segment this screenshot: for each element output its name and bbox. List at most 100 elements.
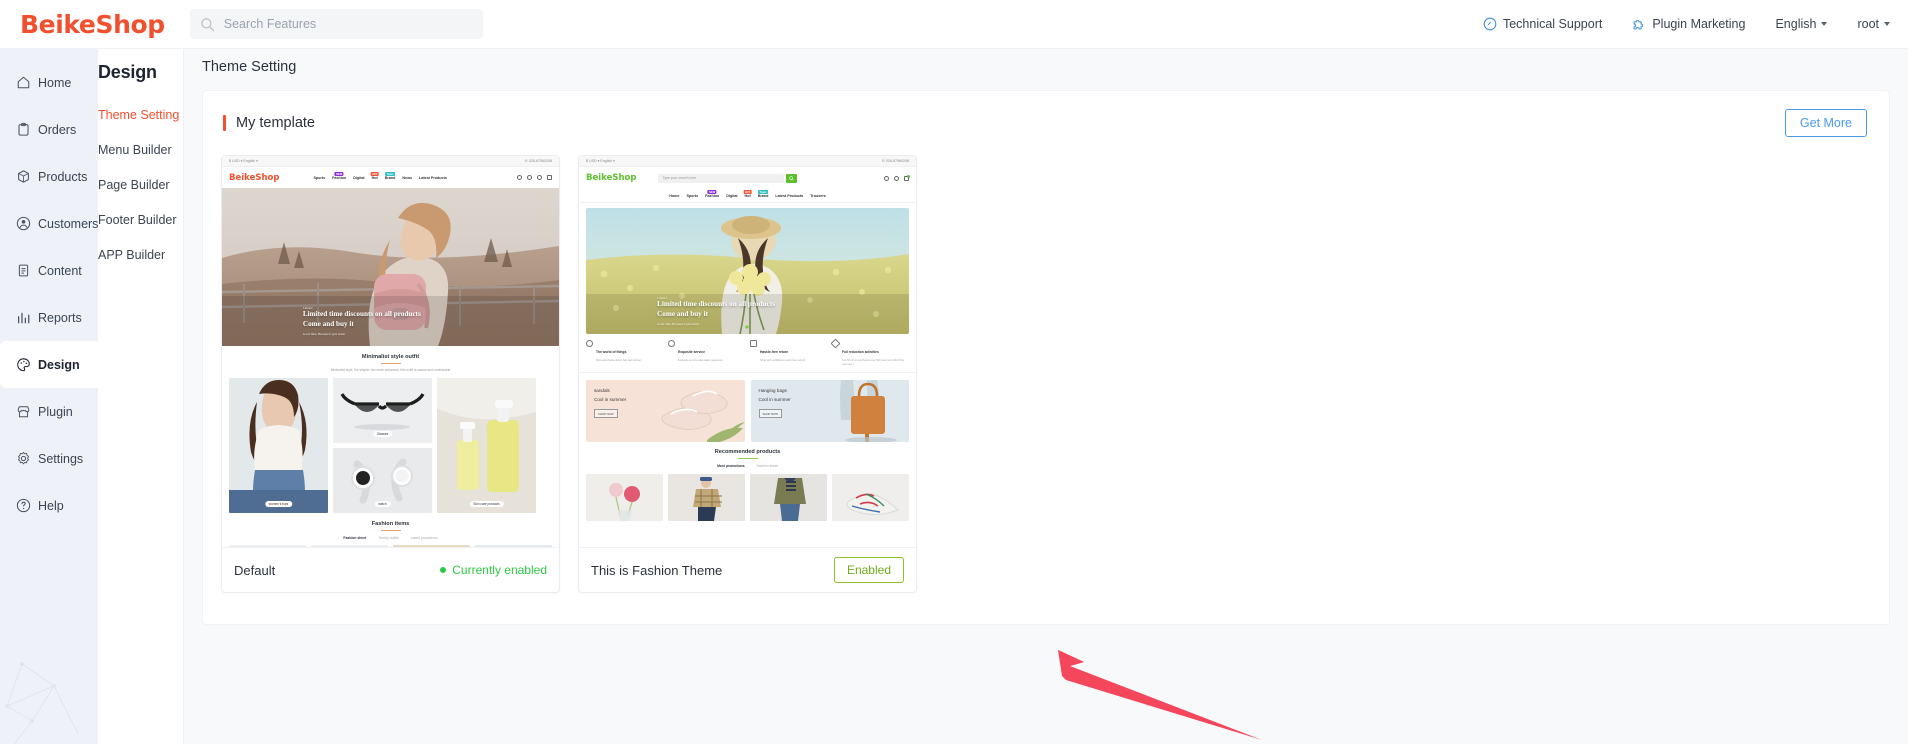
sneaker-illustration bbox=[832, 473, 909, 521]
hero-pretitle: Limited bbox=[302, 306, 313, 311]
gear-icon bbox=[18, 451, 29, 465]
mini-nav-label: Hot bbox=[371, 175, 378, 180]
tile-skincare: Skin care products bbox=[437, 378, 536, 514]
sidebar-item-orders[interactable]: Orders bbox=[0, 106, 98, 153]
sidebar-item-plugin[interactable]: Plugin bbox=[0, 388, 98, 435]
sidebar-item-label: Design bbox=[38, 357, 80, 372]
language-selector[interactable]: English bbox=[1775, 17, 1828, 31]
hero-pretitle: Limited bbox=[657, 296, 667, 301]
chevron-down-icon bbox=[1884, 22, 1890, 26]
theme-name: Default bbox=[234, 562, 276, 578]
feature-desc: Multi-warehouse direct hair fast deliver… bbox=[596, 359, 642, 362]
user-menu[interactable]: root bbox=[1857, 17, 1890, 31]
get-more-button[interactable]: Get More bbox=[1784, 109, 1867, 137]
nav-badge: Topic bbox=[385, 172, 396, 177]
mini-topbar-left: $ USD ▾ English ▾ bbox=[586, 159, 615, 163]
enable-theme-button[interactable]: Enabled bbox=[833, 557, 904, 583]
panel-header: My template Get More bbox=[203, 91, 1889, 137]
mini-topbar: $ USD ▾ English ▾ ✆ 028-87560208 bbox=[579, 156, 916, 167]
mini-nav-item: Digital bbox=[726, 193, 738, 198]
search-input[interactable] bbox=[223, 17, 464, 31]
sidebar-item-reports[interactable]: Reports bbox=[0, 294, 98, 341]
hero-subtitle: Good time, Because it gets better bbox=[302, 331, 346, 336]
mini-nav-item: HOT Hot bbox=[743, 190, 752, 198]
mini-header-icons bbox=[517, 175, 552, 180]
store-icon bbox=[17, 406, 30, 418]
mini-tab: Latest promotions bbox=[410, 536, 438, 541]
sidebar-item-home[interactable]: Home bbox=[0, 59, 98, 106]
mini-search-box: Type your search here bbox=[658, 173, 798, 183]
panel-title: My template bbox=[236, 115, 315, 131]
search-icon bbox=[789, 175, 795, 181]
status-dot-icon bbox=[440, 567, 447, 573]
sidebar-item-customers[interactable]: Customers bbox=[0, 200, 98, 247]
feature-title: Hassle-free return bbox=[760, 350, 789, 354]
feature-title: Exquisite service bbox=[678, 350, 705, 354]
mini-product-row bbox=[579, 468, 916, 528]
search-icon bbox=[201, 17, 214, 31]
status-badge: Currently enabled bbox=[440, 563, 547, 577]
theme-card[interactable]: $ USD ▾ English ▾ ✆ 028-87560208 BeikeSh… bbox=[578, 155, 917, 593]
mini-topbar-left: $ USD ▾ English ▾ bbox=[229, 159, 258, 163]
sidebar-decoration bbox=[5, 662, 79, 744]
subnav-item-theme-setting[interactable]: Theme Setting → bbox=[98, 97, 196, 132]
theme-preview-fashion[interactable]: $ USD ▾ English ▾ ✆ 028-87560208 BeikeSh… bbox=[579, 156, 916, 547]
bar-chart-icon bbox=[17, 312, 30, 324]
mini-nav-item: Trousers bbox=[810, 193, 826, 198]
mini-nav: Home Sports NEW Fashion Digital HOT Hot … bbox=[669, 190, 826, 198]
tile-label: Glasses bbox=[372, 430, 393, 438]
mini-nav-item: Digital bbox=[353, 175, 365, 180]
theme-card-footer: Default Currently enabled bbox=[222, 547, 559, 592]
promo-button: SHOP NOW bbox=[758, 409, 782, 419]
skincare-illustration bbox=[437, 378, 536, 514]
clipboard-icon bbox=[18, 122, 29, 136]
theme-card[interactable]: $ USD ▾ English ▾ ✆ 028-87560208 BeikeSh… bbox=[221, 155, 560, 593]
mini-nav-label: Brand bbox=[384, 175, 396, 180]
user-icon bbox=[537, 175, 542, 180]
product-thumb bbox=[750, 473, 827, 521]
page-title: Theme Setting bbox=[184, 49, 1908, 85]
hero-line-2: Come and buy it bbox=[657, 309, 708, 318]
user-icon bbox=[894, 175, 899, 181]
my-template-panel: My template Get More $ USD ▾ English ▾ ✆… bbox=[202, 90, 1890, 625]
sidebar-item-label: Reports bbox=[38, 310, 82, 325]
mini-section-title-2: Fashion items bbox=[371, 521, 410, 528]
sidebar: Home Orders Products Customers Content R… bbox=[0, 49, 98, 744]
app-logo[interactable]: BeikeShop bbox=[20, 10, 165, 39]
search-box[interactable] bbox=[189, 9, 483, 39]
mini-topbar: $ USD ▾ English ▾ ✆ 028-87560208 bbox=[222, 156, 559, 167]
tile-column: Glasses watch bbox=[333, 378, 432, 514]
technical-support-link[interactable]: Technical Support bbox=[1483, 17, 1602, 31]
flowers-illustration bbox=[586, 473, 663, 521]
cart-icon bbox=[547, 175, 552, 180]
sidebar-item-design[interactable]: Design bbox=[0, 341, 98, 388]
status-label: Currently enabled bbox=[452, 563, 547, 577]
subnav-item-label: APP Builder bbox=[98, 247, 166, 262]
feature-item: Full reduction activities Get 50 off on … bbox=[830, 338, 909, 367]
mini-nav-item: News bbox=[402, 175, 413, 180]
subnav-item-page-builder[interactable]: Page Builder bbox=[98, 167, 183, 202]
document-icon bbox=[18, 264, 29, 277]
mini-search-placeholder: Type your search here bbox=[658, 173, 785, 183]
sidebar-item-help[interactable]: Help bbox=[0, 482, 98, 529]
sidebar-item-products[interactable]: Products bbox=[0, 153, 98, 200]
box-return-icon bbox=[750, 340, 757, 347]
plugin-marketing-link[interactable]: Plugin Marketing bbox=[1632, 17, 1745, 31]
sidebar-item-settings[interactable]: Settings bbox=[0, 435, 98, 482]
box-icon bbox=[18, 170, 29, 183]
theme-preview-default[interactable]: $ USD ▾ English ▾ ✆ 028-87560208 BeikeSh… bbox=[222, 156, 559, 547]
support-icon bbox=[1483, 17, 1497, 31]
subnav-item-footer-builder[interactable]: Footer Builder bbox=[98, 202, 183, 237]
feature-item: Hassle-free return Shop with confidence … bbox=[750, 340, 827, 367]
mini-promo-row: sandals Cool in summer SHOP NOW Hanging … bbox=[579, 373, 916, 442]
heart-icon bbox=[884, 175, 889, 181]
subnav-title: Design bbox=[98, 62, 157, 82]
main-content: Theme Setting My template Get More $ USD… bbox=[184, 49, 1908, 744]
subnav-item-app-builder[interactable]: APP Builder bbox=[98, 237, 183, 272]
subnav-item-menu-builder[interactable]: Menu Builder bbox=[98, 132, 183, 167]
mini-logo: BeikeShop bbox=[229, 172, 280, 183]
mini-topbar-right: ✆ 028-87560208 bbox=[881, 159, 909, 163]
sidebar-item-content[interactable]: Content bbox=[0, 247, 98, 294]
mini-tab: Most promotions bbox=[717, 463, 745, 468]
mini-header: BeikeShop Sports NEW Fashion Digital HOT… bbox=[222, 167, 559, 188]
